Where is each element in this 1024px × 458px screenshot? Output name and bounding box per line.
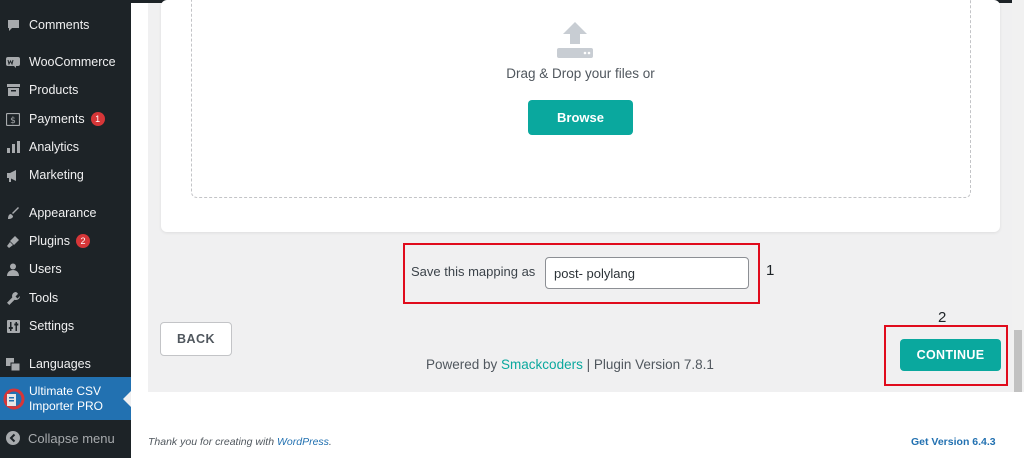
mapping-name-input[interactable] [545, 257, 749, 289]
sidebar-item-appearance[interactable]: Appearance [0, 199, 131, 227]
notification-badge: 2 [76, 234, 90, 248]
woo-icon [6, 55, 20, 69]
plug-icon [6, 234, 20, 248]
active-indicator-arrow [123, 391, 131, 407]
continue-button[interactable]: CONTINUE [900, 339, 1001, 371]
megaphone-icon [6, 168, 20, 182]
sidebar-item-comments[interactable]: Comments [0, 11, 131, 39]
translate-icon [6, 357, 20, 371]
back-button[interactable]: BACK [160, 322, 232, 356]
sidebar-item-woocommerce[interactable]: WooCommerce [0, 48, 131, 76]
comment-icon [6, 18, 20, 32]
sidebar-item-label: Products [29, 83, 79, 97]
sidebar-item-label: Payments [29, 112, 85, 126]
sidebar-item-marketing[interactable]: Marketing [0, 161, 131, 189]
mapping-name-label: Save this mapping as [411, 264, 536, 279]
powered-by-line: Powered by Smackcoders | Plugin Version … [426, 357, 714, 372]
dollar-icon: $ [6, 112, 20, 126]
footer-thanks: Thank you for creating with WordPress. [148, 436, 332, 448]
wrench-icon [6, 291, 20, 305]
paintbrush-icon [6, 206, 20, 220]
scrollbar-thumb[interactable] [1014, 330, 1022, 392]
sidebar-item-label: Marketing [29, 168, 84, 182]
sidebar-item-tools[interactable]: Tools [0, 284, 131, 312]
sidebar-item-label: Settings [29, 319, 75, 333]
upload-card: Drag & Drop your files or Browse [161, 0, 1000, 232]
sidebar-item-label: Analytics [29, 140, 80, 154]
sidebar-item-languages[interactable]: Languages [0, 350, 131, 378]
sidebar-item-label: Users [29, 262, 62, 276]
sidebar-item-label: Tools [29, 291, 59, 305]
sidebar-item-plugins[interactable]: Plugins 2 [0, 227, 131, 255]
sidebar-item-analytics[interactable]: Analytics [0, 133, 131, 161]
sidebar-item-products[interactable]: Products [0, 76, 131, 104]
sidebar-item-payments[interactable]: $ Payments 1 [0, 105, 131, 133]
wordpress-link[interactable]: WordPress [277, 436, 329, 448]
collapse-menu-label: Collapse menu [28, 430, 115, 446]
drop-instruction: Drag & Drop your files or [506, 66, 655, 81]
annotation-number-1: 1 [766, 262, 775, 279]
get-version-link[interactable]: Get Version 6.4.3 [911, 436, 996, 448]
smackcoders-link[interactable]: Smackcoders [501, 357, 583, 372]
sidebar-item-label: Comments [29, 18, 90, 32]
archive-icon [6, 83, 20, 97]
csv-importer-icon [3, 388, 25, 410]
sidebar-item-users[interactable]: Users [0, 255, 131, 283]
admin-sidebar: Comments WooCommerce Products $ Payments… [0, 0, 131, 458]
collapse-menu-button[interactable]: Collapse menu [0, 424, 131, 452]
bar-chart-icon [6, 140, 20, 154]
svg-text:$: $ [10, 116, 16, 126]
sidebar-item-settings[interactable]: Settings [0, 312, 131, 340]
upload-icon [555, 22, 595, 60]
collapse-arrow-icon [5, 430, 21, 446]
annotation-number-2: 2 [938, 309, 947, 326]
sidebar-item-label: Languages [29, 357, 91, 371]
sidebar-item-label: WooCommerce [29, 55, 116, 69]
sidebar-item-label: Appearance [29, 206, 97, 220]
sidebar-item-label: Plugins [29, 234, 70, 248]
notification-badge: 1 [90, 112, 105, 126]
user-icon [6, 262, 20, 276]
sidebar-item-ultimate-csv-importer[interactable]: Ultimate CSV Importer PRO [0, 377, 131, 420]
sliders-icon [6, 319, 20, 333]
browse-button[interactable]: Browse [528, 100, 633, 135]
sidebar-active-label: Ultimate CSV Importer PRO [29, 383, 104, 413]
